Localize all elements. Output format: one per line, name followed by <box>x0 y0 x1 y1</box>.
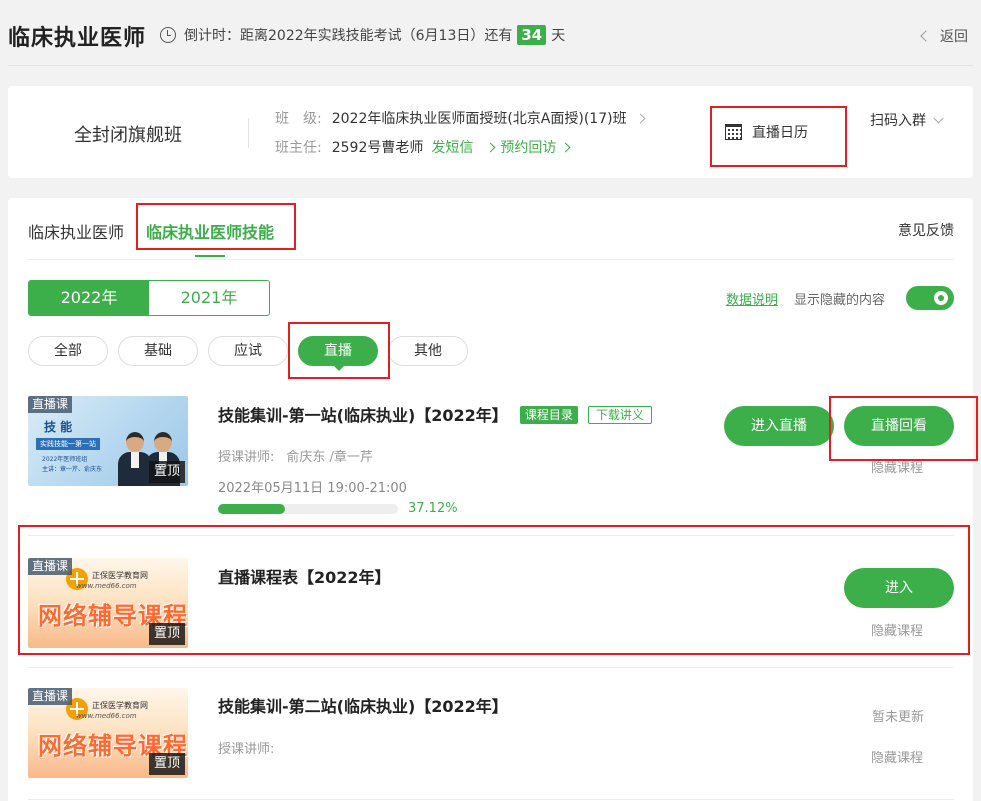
pinned-tag: 置顶 <box>148 623 185 645</box>
brand-url: www.med66.com <box>76 582 137 590</box>
active-tab-indicator <box>195 255 225 257</box>
countdown-unit: 天 <box>551 28 566 44</box>
teacher-label: 授课讲师: <box>218 450 275 465</box>
chevron-right-icon <box>560 142 571 152</box>
filter-other[interactable]: 其他 <box>388 336 468 366</box>
progress-fill <box>218 504 285 514</box>
live-course-tag: 直播课 <box>28 396 73 413</box>
thumb-title: 技 能 <box>44 420 73 434</box>
hide-course-link[interactable]: 隐藏课程 <box>871 457 923 476</box>
filter-all[interactable]: 全部 <box>28 336 108 366</box>
course-title[interactable]: 直播课程表【2022年】 <box>218 564 391 588</box>
course-item: 正保医学教育网 www.med66.com 网络辅导课程 直播课 置顶 直播课程… <box>28 558 954 668</box>
filter-live[interactable]: 直播 <box>298 336 378 371</box>
course-title-text: 技能集训-第一站(临床执业)【2022年】 <box>218 406 508 425</box>
show-hidden-toggle[interactable] <box>906 286 954 310</box>
filter-exam[interactable]: 应试 <box>208 336 288 366</box>
countdown-text: 倒计时：距离2022年实践技能考试（6月13日）还有 <box>184 28 513 44</box>
pinned-tag: 置顶 <box>148 461 185 483</box>
brand-url: www.med66.com <box>76 712 137 720</box>
live-course-tag: 直播课 <box>28 558 73 575</box>
divider <box>248 118 249 148</box>
course-thumbnail[interactable]: 正保医学教育网 www.med66.com 网络辅导课程 直播课 置顶 <box>28 558 188 648</box>
top-bar: 临床执业医师 倒计时：距离2022年实践技能考试（6月13日）还有 34 天 返… <box>8 0 973 66</box>
exam-countdown: 倒计时：距离2022年实践技能考试（6月13日）还有 34 天 <box>160 25 565 45</box>
year-tab-2021[interactable]: 2021年 <box>149 281 269 315</box>
show-hidden-label: 显示隐藏的内容 <box>794 293 886 308</box>
class-label: 班 级: <box>275 111 322 127</box>
appointment-link[interactable]: 预约回访 <box>500 137 556 157</box>
calendar-icon <box>725 124 742 140</box>
course-catalog-badge[interactable]: 课程目录 <box>519 406 578 424</box>
data-explanation-link[interactable]: 数据说明 <box>726 289 778 308</box>
status-not-updated: 暂未更新 <box>872 710 925 725</box>
course-teachers: 授课讲师: <box>218 742 275 757</box>
pinned-tag: 置顶 <box>148 753 185 775</box>
brand-name: 正保医学教育网 <box>92 571 148 580</box>
tab-clinical-physician[interactable]: 临床执业医师 <box>28 219 124 243</box>
teacher-value: 2592号曹老师 <box>331 140 424 156</box>
year-tab-2022[interactable]: 2022年 <box>29 281 149 315</box>
filter-basic[interactable]: 基础 <box>118 336 198 366</box>
live-replay-button[interactable]: 直播回看 <box>844 406 954 446</box>
teacher-names: 俞庆东 /章一芹 <box>286 450 373 465</box>
toggle-knob <box>934 291 948 305</box>
thumb-year: 2022年医师班组 <box>42 456 88 463</box>
teacher-row: 班主任: 2592号曹老师 发短信 预约回访 <box>275 137 575 157</box>
chevron-left-icon <box>920 30 932 42</box>
class-row[interactable]: 班 级: 2022年临床执业医师面授班(北京A面授)(17)班 <box>275 108 646 128</box>
course-time: 2022年05月11日 19:00-21:00 <box>218 481 407 496</box>
enter-button[interactable]: 进入 <box>844 568 954 608</box>
course-list-card: 临床执业医师 临床执业医师技能 意见反馈 2022年 2021年 数据说明 显示… <box>8 198 973 801</box>
send-sms-link[interactable]: 发短信 <box>431 137 473 157</box>
hide-course-link[interactable]: 隐藏课程 <box>871 747 923 766</box>
feedback-link[interactable]: 意见反馈 <box>898 220 954 240</box>
enter-live-button[interactable]: 进入直播 <box>724 406 834 446</box>
thumb-lecturers: 主讲：章一芹、俞庆东 <box>42 466 103 473</box>
live-course-tag: 直播课 <box>28 688 73 705</box>
back-label: 返回 <box>940 29 968 45</box>
tab-clinical-physician-skills[interactable]: 临床执业医师技能 <box>146 219 274 243</box>
countdown-days: 34 <box>517 25 547 45</box>
clock-icon <box>160 27 176 43</box>
course-progress-bar <box>218 504 398 514</box>
class-type-name: 全封闭旗舰班 <box>74 125 182 146</box>
live-calendar-button[interactable]: 直播日历 <box>725 122 808 142</box>
subject-tabs: 临床执业医师 临床执业医师技能 意见反馈 <box>28 198 954 260</box>
teacher-label: 班主任: <box>275 140 322 156</box>
back-button[interactable]: 返回 <box>920 26 968 46</box>
class-info-card: 全封闭旗舰班 班 级: 2022年临床执业医师面授班(北京A面授)(17)班 班… <box>8 86 973 178</box>
course-title[interactable]: 技能集训-第二站(临床执业)【2022年】 <box>218 693 508 717</box>
hide-course-link[interactable]: 隐藏课程 <box>871 620 923 639</box>
course-teachers: 授课讲师: 俞庆东 /章一芹 <box>218 446 373 465</box>
scan-join-group-button[interactable]: 扫码入群 <box>870 110 944 130</box>
course-item: 技 能 实践技能一第一站 2022年医师班组 主讲：章一芹、俞庆东 直播课 置顶… <box>28 396 954 536</box>
brand-name: 正保医学教育网 <box>92 701 148 710</box>
live-calendar-label: 直播日历 <box>752 125 808 141</box>
course-thumbnail[interactable]: 技 能 实践技能一第一站 2022年医师班组 主讲：章一芹、俞庆东 直播课 置顶 <box>28 396 188 486</box>
download-notes-badge[interactable]: 下载讲义 <box>587 406 652 424</box>
year-selector: 2022年 2021年 <box>28 280 270 316</box>
page-title: 临床执业医师 <box>8 26 147 51</box>
chevron-down-icon <box>933 113 944 123</box>
progress-percent: 37.12% <box>408 501 458 516</box>
course-thumbnail[interactable]: 正保医学教育网 www.med66.com 网络辅导课程 直播课 置顶 <box>28 688 188 778</box>
course-title[interactable]: 技能集训-第一站(临床执业)【2022年】 课程目录 下载讲义 <box>218 402 652 426</box>
class-value: 2022年临床执业医师面授班(北京A面授)(17)班 <box>331 111 627 127</box>
chevron-right-icon <box>485 142 496 152</box>
thumb-subtitle: 实践技能一第一站 <box>36 438 100 450</box>
chevron-right-icon <box>635 113 646 123</box>
scan-join-label: 扫码入群 <box>870 113 926 129</box>
course-item: 正保医学教育网 www.med66.com 网络辅导课程 直播课 置顶 技能集训… <box>28 688 954 800</box>
